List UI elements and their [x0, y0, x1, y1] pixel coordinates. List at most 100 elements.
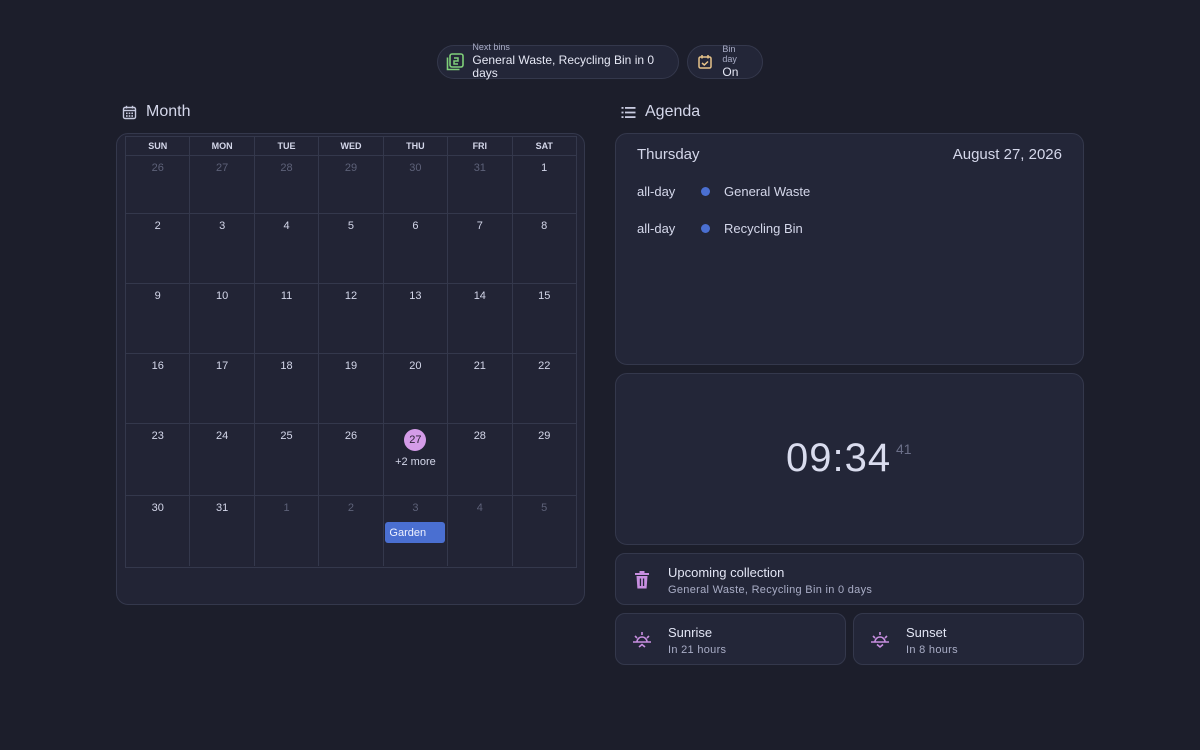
event-dot-icon	[701, 224, 710, 233]
day-number: 30	[151, 502, 164, 514]
agenda-card: Thursday August 27, 2026 all-day General…	[615, 133, 1084, 365]
calendar-day-cell[interactable]: 15	[513, 284, 576, 353]
calendar-day-cell[interactable]: 29	[513, 424, 576, 495]
calendar-event-chip[interactable]: Garden	[385, 522, 446, 543]
day-number: 7	[476, 220, 483, 232]
calendar-day-cell[interactable]: 2	[126, 214, 191, 283]
calendar-day-cell[interactable]: 19	[319, 354, 384, 423]
calendar-day-cell[interactable]: 13	[384, 284, 449, 353]
day-number: 4	[476, 502, 483, 514]
calendar-day-cell[interactable]: 7	[448, 214, 513, 283]
calendar-day-cell[interactable]: 26	[319, 424, 384, 495]
day-number: 21	[473, 360, 486, 372]
day-number: 26	[151, 162, 164, 174]
sunset-title: Sunset	[906, 625, 947, 640]
calendar-day-cell[interactable]: 30	[384, 156, 449, 213]
calendar-day-cell[interactable]: 1	[513, 156, 576, 213]
month-heading: Month	[120, 103, 190, 121]
calendar-day-cell[interactable]: 9	[126, 284, 191, 353]
agenda-event[interactable]: all-day Recycling Bin	[637, 221, 803, 236]
calendar-day-cell[interactable]: 23	[126, 424, 191, 495]
calendar-day-cell[interactable]: 3	[190, 214, 255, 283]
day-number: 31	[473, 162, 486, 174]
agenda-date: August 27, 2026	[952, 146, 1062, 163]
calendar-icon	[120, 103, 138, 121]
calendar-day-cell[interactable]: 6	[384, 214, 449, 283]
calendar-week-row: 16 17 18 19 20 21 22	[126, 354, 576, 424]
upcoming-collection-card[interactable]: Upcoming collection General Waste, Recyc…	[615, 553, 1084, 605]
weekday-label: WED	[319, 137, 384, 155]
sunset-subtitle: In 8 hours	[906, 644, 958, 656]
calendar-day-cell[interactable]: 14	[448, 284, 513, 353]
calendar-day-cell[interactable]: 4	[448, 496, 513, 566]
agenda-day: Thursday	[637, 146, 700, 163]
calendar-day-cell[interactable]: 3 Garden	[384, 496, 449, 566]
more-events-link[interactable]: +2 more	[395, 456, 436, 468]
calendar-day-cell[interactable]: 28	[448, 424, 513, 495]
month-title: Month	[146, 103, 191, 120]
calendar-day-cell[interactable]: 31	[448, 156, 513, 213]
trash-icon	[632, 570, 652, 590]
bin-day-label: Bin day	[722, 44, 737, 64]
day-number: 3	[412, 502, 419, 514]
calendar-day-cell[interactable]: 5	[513, 496, 576, 566]
calendar-day-cell[interactable]: 24	[190, 424, 255, 495]
calendar-day-cell[interactable]: 8	[513, 214, 576, 283]
calendar-day-cell[interactable]: 4	[255, 214, 320, 283]
calendar-day-cell[interactable]: 31	[190, 496, 255, 566]
day-number: 14	[473, 290, 486, 302]
sunset-card[interactable]: Sunset In 8 hours	[853, 613, 1084, 665]
day-number: 2	[347, 502, 355, 514]
calendar-day-cell[interactable]: 2	[319, 496, 384, 566]
day-number: 16	[151, 360, 164, 372]
calendar-day-cell[interactable]: 30	[126, 496, 191, 566]
agenda-heading: Agenda	[619, 103, 700, 121]
clock-time: 09:34	[786, 436, 892, 480]
next-bins-label: Next bins	[472, 42, 510, 53]
today-date-badge: 27	[404, 429, 427, 451]
sunrise-subtitle: In 21 hours	[668, 644, 727, 656]
calendar-day-cell[interactable]: 5	[319, 214, 384, 283]
agenda-title: Agenda	[645, 103, 701, 120]
sunrise-card[interactable]: Sunrise In 21 hours	[615, 613, 846, 665]
calendar-day-cell[interactable]: 11	[255, 284, 320, 353]
calendar-day-cell[interactable]: 28	[255, 156, 320, 213]
agenda-event-time: all-day	[637, 184, 676, 199]
day-number: 24	[216, 430, 229, 442]
calendar-day-cell[interactable]: 10	[190, 284, 255, 353]
calendar-day-cell[interactable]: 18	[255, 354, 320, 423]
calendar-week-row: 23 24 25 26 27 +2 more 28 29	[126, 424, 576, 496]
calendar-day-cell[interactable]: 1	[255, 496, 320, 566]
day-number: 1	[541, 162, 548, 174]
clock-seconds: 41	[896, 441, 912, 457]
calendar-day-cell[interactable]: 20	[384, 354, 449, 423]
next-bins-chip[interactable]: Next bins General Waste, Recycling Bin i…	[437, 42, 679, 80]
day-number: 20	[409, 360, 422, 372]
calendar-day-cell[interactable]: 27 +2 more	[384, 424, 449, 495]
weekday-label: SUN	[126, 137, 191, 155]
day-number: 5	[541, 502, 548, 514]
weekday-label: THU	[384, 137, 449, 155]
calendar-week-row: 30 31 1 2 3 Garden 4 5	[126, 496, 576, 566]
agenda-event[interactable]: all-day General Waste	[637, 184, 810, 199]
calendar-day-cell[interactable]: 16	[126, 354, 191, 423]
day-number: 2	[154, 220, 161, 232]
calendar-day-cell[interactable]: 29	[319, 156, 384, 213]
calendar-day-cell[interactable]: 21	[448, 354, 513, 423]
day-number: 6	[412, 220, 419, 232]
day-number: 13	[409, 290, 422, 302]
calendar-day-cell[interactable]: 25	[255, 424, 320, 495]
bin-day-value: On	[722, 64, 739, 79]
bin-day-chip[interactable]: Bin day On	[687, 44, 763, 79]
agenda-event-name: Recycling Bin	[724, 221, 803, 236]
calendar-day-cell[interactable]: 17	[190, 354, 255, 423]
day-number: 31	[216, 502, 229, 514]
day-number: 4	[283, 220, 290, 232]
calendar-day-cell[interactable]: 26	[126, 156, 191, 213]
day-number: 26	[344, 430, 358, 442]
day-number: 27	[216, 162, 229, 174]
calendar-day-cell[interactable]: 12	[319, 284, 384, 353]
calendar-day-cell[interactable]: 27	[190, 156, 255, 213]
calendar-day-cell[interactable]: 22	[513, 354, 576, 423]
day-number: 22	[538, 360, 551, 372]
